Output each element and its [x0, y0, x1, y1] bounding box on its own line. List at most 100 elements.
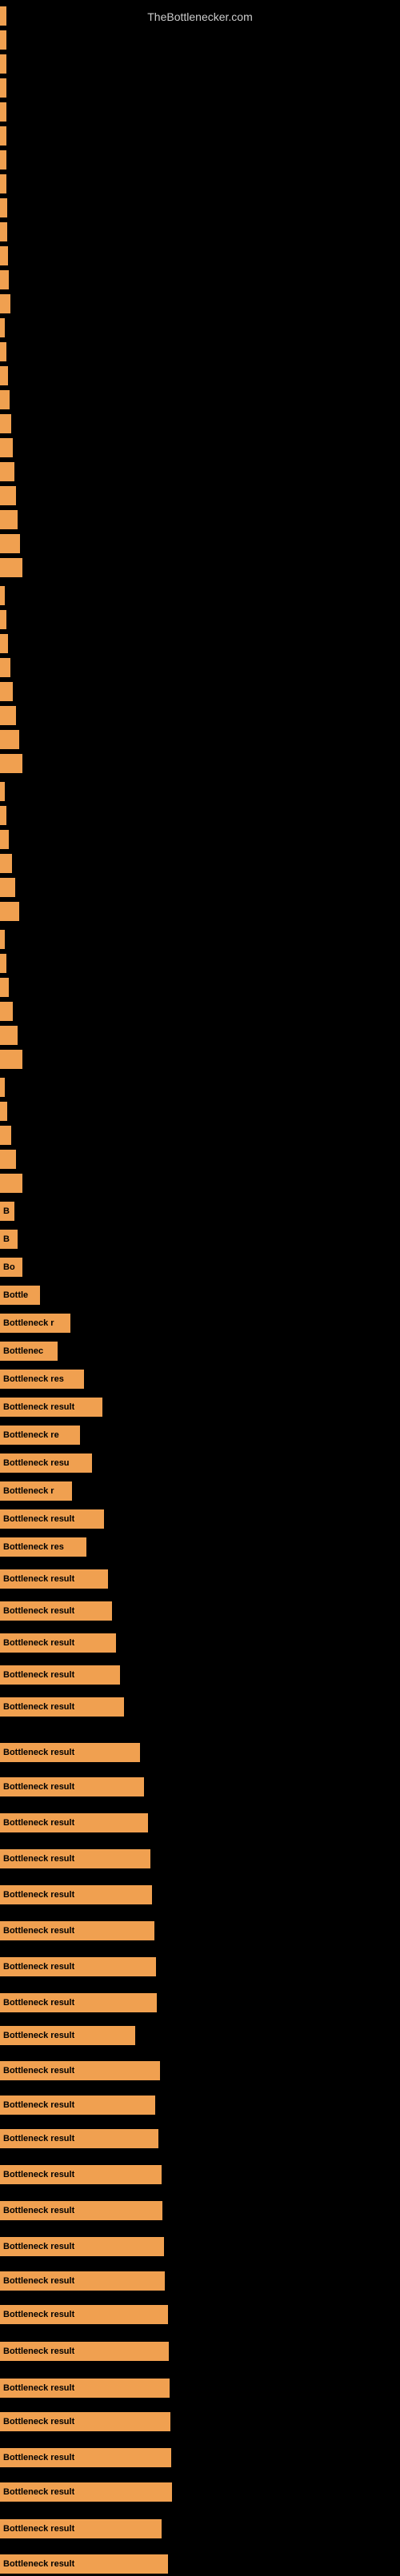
bar-row: Bottleneck resu [0, 1451, 92, 1475]
bar-fill [0, 6, 6, 26]
bar-fill [0, 706, 16, 725]
bar-row [0, 851, 12, 875]
bar-row: Bottleneck result [0, 2410, 170, 2434]
bar-fill: Bottleneck result [0, 1743, 140, 1762]
bar-label: Bottleneck result [3, 2487, 74, 2497]
bar-label: Bottleneck result [3, 2170, 74, 2179]
bar-row [0, 172, 6, 196]
bar-label: B [3, 1234, 10, 1244]
bar-row [0, 340, 6, 364]
bar-label: Bottleneck result [3, 1574, 74, 1584]
bar-row: Bottleneck result [0, 1919, 154, 1943]
bar-row: Bottleneck result [0, 2339, 169, 2363]
bar-fill [0, 658, 10, 677]
bar-row [0, 632, 8, 656]
bar-row: Bottleneck result [0, 1991, 157, 2015]
bar-row [0, 388, 10, 412]
bar-row: Bottleneck r [0, 1479, 72, 1503]
bar-fill: Bottleneck result [0, 2482, 172, 2502]
bar-fill [0, 682, 13, 701]
bar-row [0, 244, 8, 268]
bar-fill: Bottleneck result [0, 1921, 154, 1940]
bar-row: Bottleneck result [0, 2303, 168, 2327]
bar-fill: Bottleneck result [0, 1697, 124, 1717]
bar-fill: Bottleneck result [0, 2342, 169, 2361]
bar-label: Bottleneck r [3, 1318, 54, 1328]
bar-row: Bottleneck r [0, 1311, 70, 1335]
bar-fill [0, 150, 6, 169]
bar-fill [0, 830, 9, 849]
bar-row: B [0, 1199, 14, 1223]
bar-row [0, 316, 5, 340]
bar-row [0, 1023, 18, 1047]
bar-row: Bottleneck res [0, 1367, 84, 1391]
bar-row: Bottleneck result [0, 1955, 156, 1979]
bar-label: Bottleneck result [3, 2134, 74, 2143]
bar-label: Bottle [3, 1290, 28, 1300]
bar-label: Bottleneck result [3, 1890, 74, 1900]
bar-fill [0, 558, 22, 577]
bar-fill [0, 246, 8, 265]
bar-label: Bottleneck result [3, 1514, 74, 1524]
bar-label: Bottleneck result [3, 1926, 74, 1936]
bar-row [0, 1123, 11, 1147]
bar-fill [0, 270, 9, 289]
bar-label: Bottleneck res [3, 1542, 64, 1552]
bar-fill [0, 854, 12, 873]
bar-row [0, 608, 6, 632]
bar-row: Bottleneck result [0, 2127, 158, 2151]
bar-label: Bottleneck result [3, 2310, 74, 2319]
bar-row: Bottleneck result [0, 1695, 124, 1719]
bar-fill: Bottleneck result [0, 2061, 160, 2080]
bar-row: Bottleneck result [0, 2376, 170, 2400]
bar-fill [0, 294, 10, 313]
bar-fill: Bottleneck re [0, 1426, 80, 1445]
bar-row: Bottleneck result [0, 1811, 148, 1835]
bar-label: Bottleneck result [3, 2276, 74, 2286]
bar-fill: Bottleneck r [0, 1481, 72, 1501]
bar-row: Bottleneck result [0, 1663, 120, 1687]
bar-row: Bottleneck result [0, 1741, 140, 1765]
bar-row [0, 532, 20, 556]
bar-fill: Bottleneck result [0, 1633, 116, 1653]
bar-row: Bottleneck result [0, 1631, 116, 1655]
bar-row [0, 1075, 5, 1099]
bar-label: Bottleneck result [3, 1702, 74, 1712]
bar-fill: B [0, 1202, 14, 1221]
bar-label: Bottleneck resu [3, 1458, 70, 1468]
bar-fill [0, 1174, 22, 1193]
bar-row: Bottleneck result [0, 1847, 150, 1871]
bar-fill [0, 586, 5, 605]
bar-label: Bottleneck result [3, 2383, 74, 2393]
bar-fill: Bottleneck result [0, 2095, 155, 2115]
bar-row [0, 268, 9, 292]
bar-fill: Bottleneck result [0, 2519, 162, 2538]
bar-row [0, 460, 14, 484]
bar-fill [0, 30, 6, 50]
bar-row [0, 752, 22, 776]
bar-fill [0, 54, 6, 74]
bar-label: B [3, 1206, 10, 1216]
bar-label: Bottleneck r [3, 1486, 54, 1496]
bar-row [0, 100, 6, 124]
bar-fill: Bottlenec [0, 1342, 58, 1361]
bar-row [0, 975, 9, 999]
bar-row [0, 704, 16, 728]
bar-row [0, 728, 19, 752]
bar-fill: Bottleneck result [0, 1813, 148, 1832]
bar-fill: Bottleneck result [0, 1957, 156, 1976]
bar-row: Bottleneck result [0, 2024, 135, 2048]
bar-label: Bottleneck result [3, 2453, 74, 2462]
bar-row: Bottleneck result [0, 2517, 162, 2541]
bar-fill: Bottleneck result [0, 2165, 162, 2184]
bar-row: Bottleneck result [0, 2446, 171, 2470]
bar-fill: Bottleneck result [0, 2412, 170, 2431]
bar-fill [0, 1102, 7, 1121]
bar-fill [0, 198, 7, 217]
bar-row [0, 804, 6, 827]
bar-row [0, 364, 8, 388]
bar-fill: Bottleneck result [0, 1777, 144, 1796]
bar-label: Bottleneck result [3, 2100, 74, 2110]
bar-fill: Bottleneck result [0, 2271, 165, 2291]
bar-row [0, 508, 18, 532]
